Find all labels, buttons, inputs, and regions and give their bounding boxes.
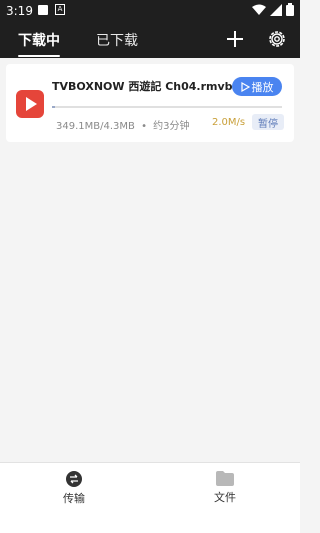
nav-files[interactable]: 文件 — [195, 471, 255, 505]
nav-transfer[interactable]: 传输 — [44, 471, 104, 506]
signal-icon — [270, 3, 282, 16]
nav-files-label: 文件 — [214, 491, 236, 504]
a-notification-icon: A — [55, 4, 65, 15]
app-header: 下载中 已下载 — [0, 22, 300, 58]
bottom-navigation: 传输 文件 — [0, 462, 300, 533]
download-size-line: 349.1MB/4.3MB • 约3分钟 — [56, 117, 190, 132]
status-right-icons — [252, 3, 294, 16]
download-progress-bar — [52, 106, 282, 108]
pause-button-label: 暂停 — [258, 118, 278, 130]
download-item[interactable]: TVBOXNOW 西遊記 Ch04.rmvb 播放 349.1MB/4.3MB … — [6, 64, 294, 142]
nav-transfer-label: 传输 — [63, 492, 85, 505]
tab-downloading[interactable]: 下载中 — [18, 30, 60, 57]
battery-icon — [286, 3, 294, 16]
download-list: TVBOXNOW 西遊記 Ch04.rmvb 播放 349.1MB/4.3MB … — [0, 58, 300, 462]
pause-button[interactable]: 暂停 — [252, 114, 284, 130]
plus-icon[interactable] — [224, 28, 246, 50]
folder-icon — [216, 471, 234, 486]
transfer-icon — [66, 471, 82, 487]
play-button[interactable]: 播放 — [232, 77, 282, 96]
wifi-icon — [252, 4, 266, 15]
file-name: TVBOXNOW 西遊記 Ch04.rmvb — [52, 80, 233, 93]
tab-downloaded-label: 已下载 — [96, 33, 138, 49]
download-eta: 约3分钟 — [153, 121, 190, 132]
tab-downloading-label: 下载中 — [18, 33, 60, 49]
status-bar: 3:19 A — [0, 0, 300, 22]
gear-icon[interactable] — [266, 28, 288, 50]
download-speed: 2.0M/s — [212, 117, 246, 128]
square-notification-icon — [38, 5, 48, 15]
tab-downloaded[interactable]: 已下载 — [96, 30, 138, 50]
status-time: 3:19 — [6, 4, 33, 18]
active-tab-indicator — [18, 55, 60, 57]
video-file-icon — [16, 90, 44, 118]
download-progress-fill — [52, 106, 55, 108]
separator-dot: • — [141, 121, 147, 132]
play-button-label: 播放 — [251, 80, 274, 94]
play-outline-icon — [240, 81, 250, 92]
download-size: 349.1MB/4.3MB — [56, 121, 135, 132]
